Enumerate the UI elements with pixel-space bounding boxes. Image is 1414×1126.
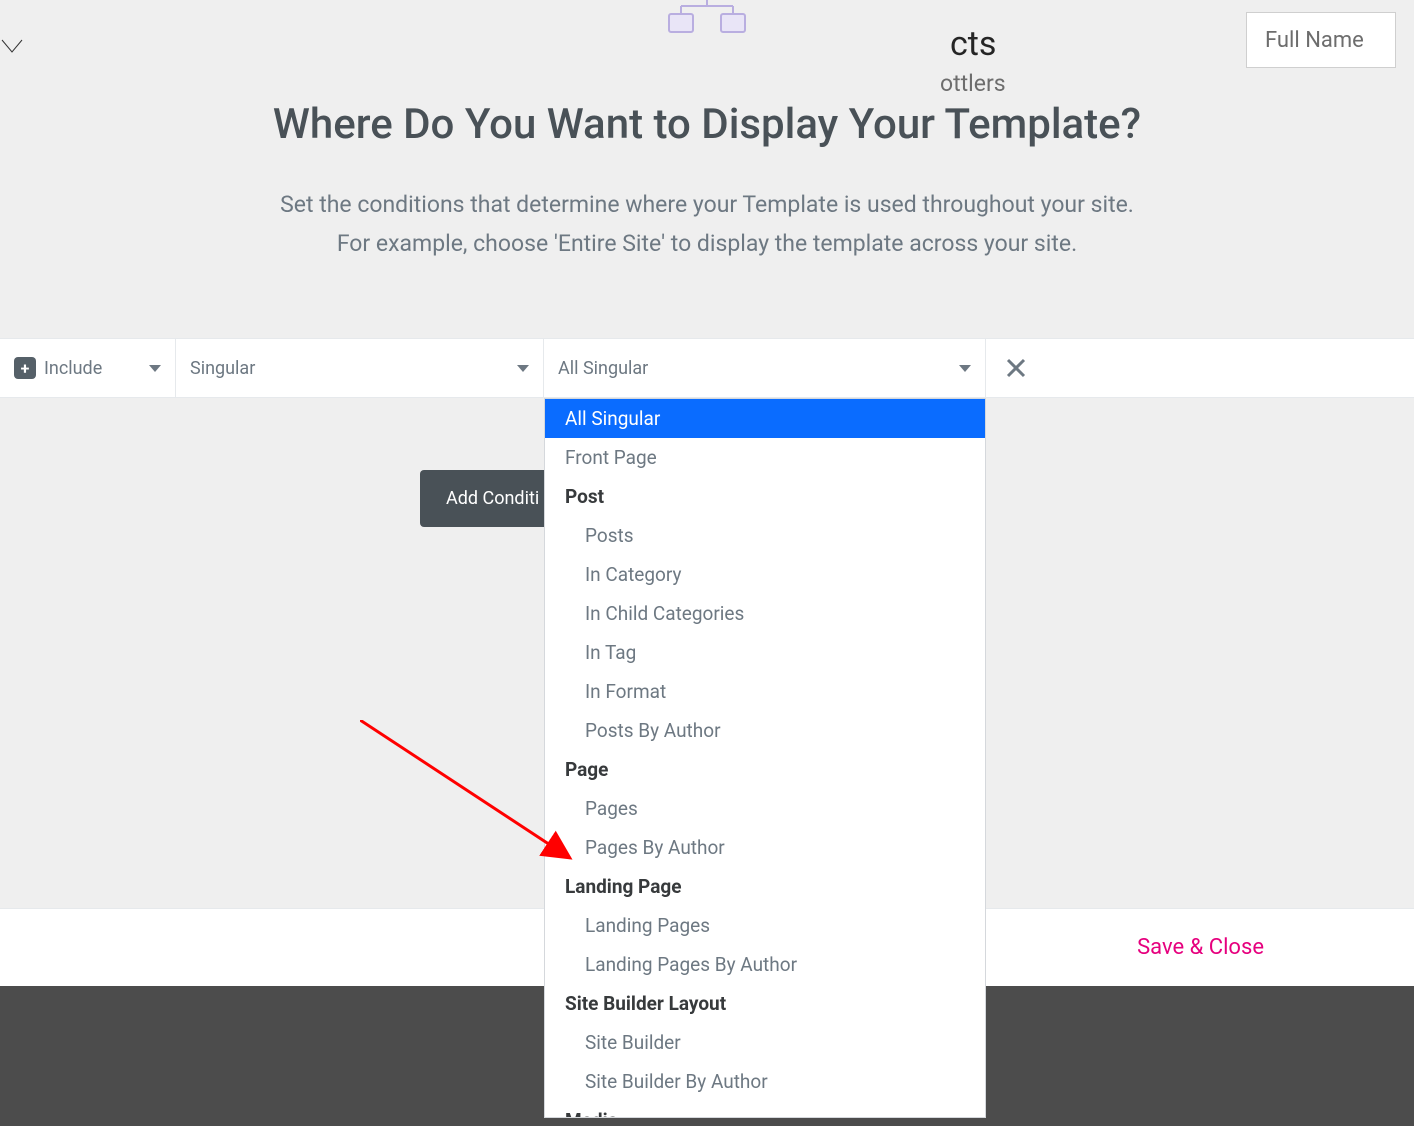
dropdown-list[interactable]: All SingularFront PagePostPostsIn Catego…: [545, 399, 985, 1117]
caret-down-icon: [517, 365, 529, 372]
dropdown-option[interactable]: Pages: [545, 789, 985, 828]
sub-rule-dropdown: All SingularFront PagePostPostsIn Catego…: [544, 398, 986, 1118]
display-conditions-modal: Where Do You Want to Display Your Templa…: [0, 0, 1414, 263]
dropdown-group: Site Builder Layout: [545, 984, 985, 1023]
modal-subtitle-1: Set the conditions that determine where …: [227, 185, 1187, 224]
dropdown-option[interactable]: All Singular: [545, 399, 985, 438]
condition-row: + Include Singular All Singular: [0, 338, 1414, 398]
dropdown-option[interactable]: Posts By Author: [545, 711, 985, 750]
dropdown-option[interactable]: Landing Pages By Author: [545, 945, 985, 984]
rule-select[interactable]: Singular: [176, 339, 544, 397]
dropdown-option[interactable]: In Format: [545, 672, 985, 711]
dropdown-option[interactable]: In Tag: [545, 633, 985, 672]
dropdown-group: Page: [545, 750, 985, 789]
caret-down-icon: [959, 365, 971, 372]
modal-title: Where Do You Want to Display Your Templa…: [0, 100, 1414, 149]
dropdown-option[interactable]: Landing Pages: [545, 906, 985, 945]
dropdown-option[interactable]: Posts: [545, 516, 985, 555]
plus-icon: +: [14, 357, 36, 379]
dropdown-option[interactable]: Pages By Author: [545, 828, 985, 867]
sub-rule-select[interactable]: All Singular: [544, 339, 986, 397]
caret-down-icon: [149, 365, 161, 372]
rule-select-value: Singular: [190, 358, 255, 379]
dropdown-group: Landing Page: [545, 867, 985, 906]
dropdown-group: Post: [545, 477, 985, 516]
dropdown-group: Media: [545, 1101, 985, 1117]
dropdown-option[interactable]: Site Builder: [545, 1023, 985, 1062]
include-segment[interactable]: + Include: [0, 339, 176, 397]
dropdown-option[interactable]: In Category: [545, 555, 985, 594]
dropdown-option[interactable]: Site Builder By Author: [545, 1062, 985, 1101]
sub-rule-select-value: All Singular: [558, 358, 648, 379]
dropdown-option[interactable]: Front Page: [545, 438, 985, 477]
remove-condition-button[interactable]: [986, 339, 1046, 397]
modal-subtitle-2: For example, choose 'Entire Site' to dis…: [227, 224, 1187, 263]
dropdown-option[interactable]: In Child Categories: [545, 594, 985, 633]
close-icon: [1005, 357, 1027, 379]
save-close-button[interactable]: Save & Close: [1137, 935, 1264, 960]
include-label: Include: [44, 358, 102, 379]
